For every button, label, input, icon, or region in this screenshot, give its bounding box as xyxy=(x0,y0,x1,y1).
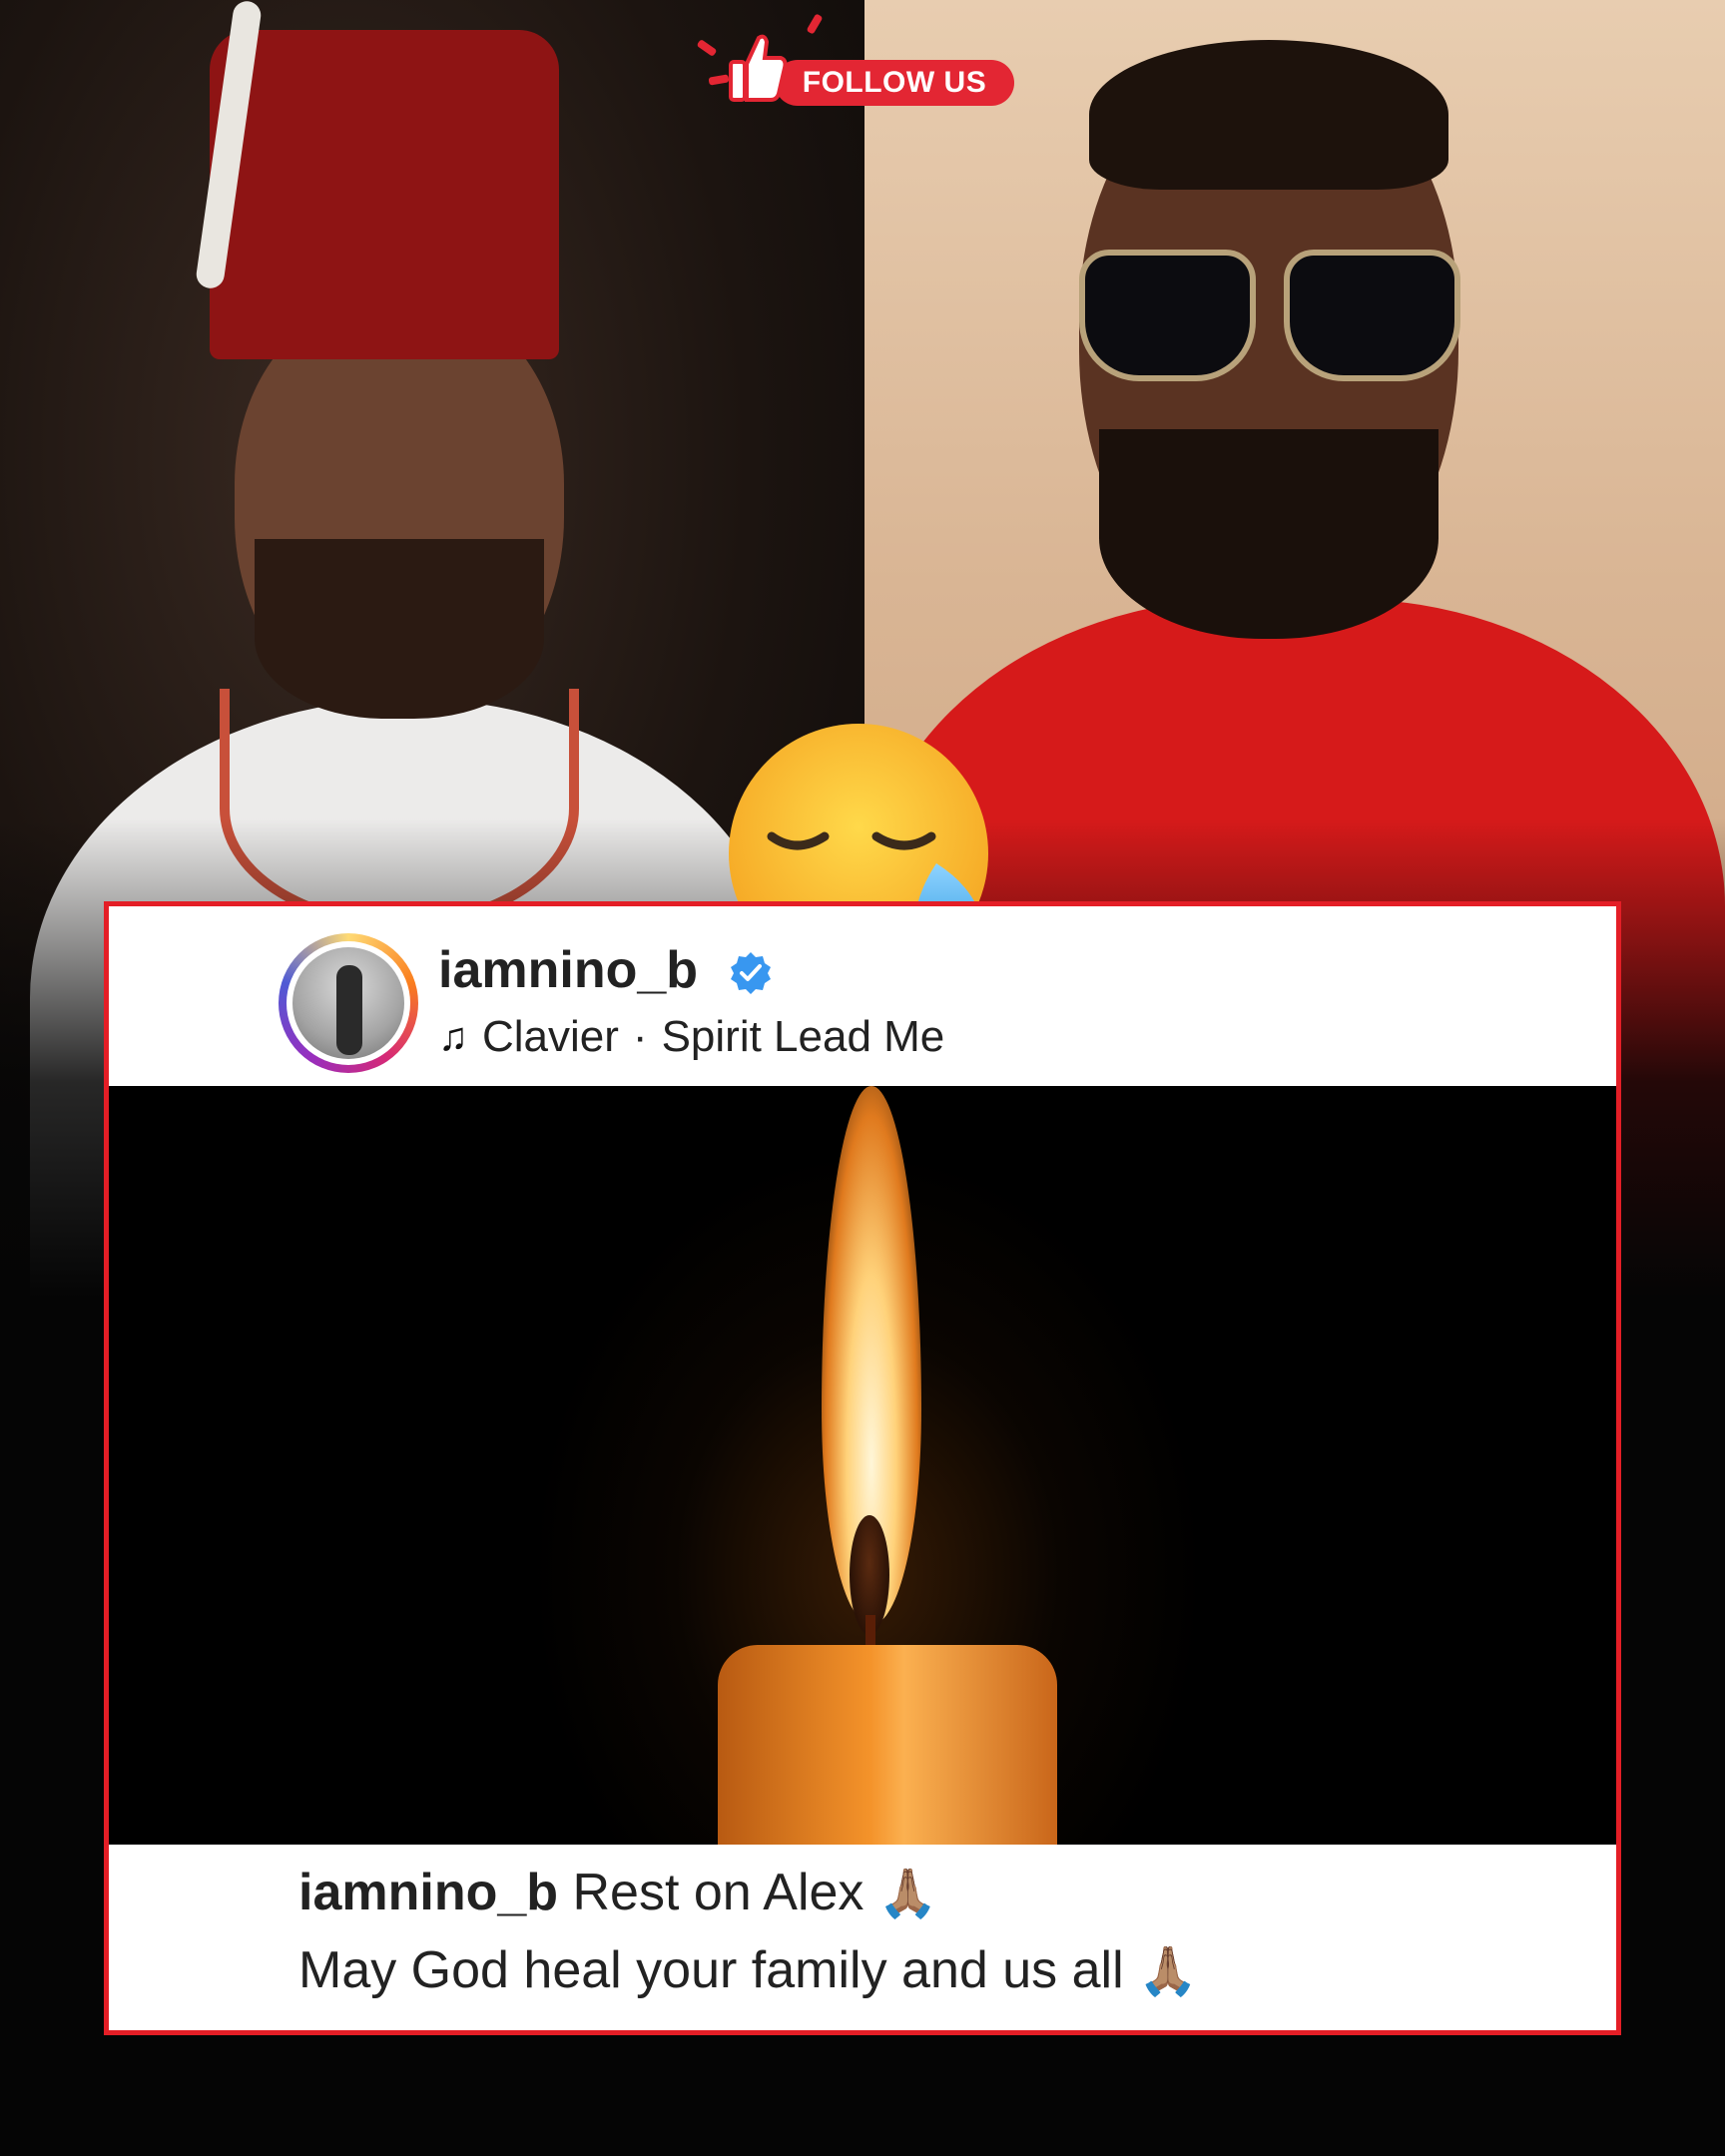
audio-separator: · xyxy=(632,1012,648,1061)
sunglasses-shape xyxy=(1079,250,1460,381)
right-lens xyxy=(1284,250,1460,381)
caption-text-2: May God heal your family and us all xyxy=(298,1941,1124,1999)
music-note-icon: ♫ xyxy=(438,1014,468,1059)
post-caption: iamnino_b Rest on Alex 🙏🏽 May God heal y… xyxy=(109,1845,1616,2030)
audio-artist: Clavier xyxy=(482,1012,619,1061)
avatar-image xyxy=(292,947,404,1059)
audio-track: Spirit Lead Me xyxy=(661,1012,945,1061)
left-lens xyxy=(1079,250,1256,381)
praying-hands-icon: 🙏🏽 xyxy=(877,1868,938,1920)
spark-decoration xyxy=(806,13,824,35)
verified-badge-icon xyxy=(731,952,771,994)
follow-us-badge[interactable]: FOLLOW US xyxy=(687,13,1026,114)
left-beard-shape xyxy=(255,539,544,719)
follow-us-label[interactable]: FOLLOW US xyxy=(775,60,1014,106)
thumbs-up-icon xyxy=(729,34,788,102)
avatar[interactable] xyxy=(279,933,418,1073)
post-header: iamnino_b ♫ Clavier · Spirit Lead Me xyxy=(109,906,1616,1086)
post-username[interactable]: iamnino_b xyxy=(438,940,698,1000)
caption-line-1: iamnino_b Rest on Alex 🙏🏽 xyxy=(298,1863,938,1922)
candle-body xyxy=(718,1645,1057,1845)
instagram-post-card: iamnino_b ♫ Clavier · Spirit Lead Me iam… xyxy=(104,901,1621,2035)
candle-image[interactable] xyxy=(109,1086,1616,1845)
red-cap-shape xyxy=(210,30,559,359)
spark-decoration xyxy=(696,38,718,58)
audio-attribution[interactable]: ♫ Clavier · Spirit Lead Me xyxy=(438,1012,944,1062)
caption-line-2: May God heal your family and us all 🙏🏽 xyxy=(298,1940,1198,2000)
right-hair-shape xyxy=(1089,40,1448,190)
caption-text-1: Rest on Alex xyxy=(572,1864,864,1921)
praying-hands-icon: 🙏🏽 xyxy=(1138,1945,1198,1998)
caption-username[interactable]: iamnino_b xyxy=(298,1864,558,1921)
right-beard-shape xyxy=(1099,429,1438,639)
